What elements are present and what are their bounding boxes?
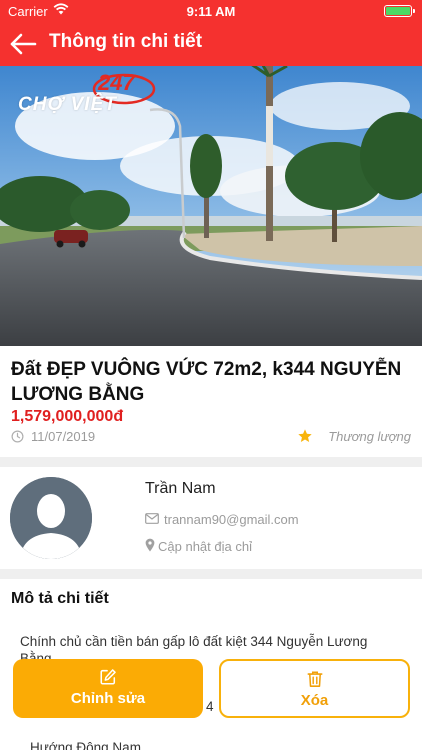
seller-avatar[interactable] [10, 477, 92, 559]
description-line: Hướng Đông Nam [30, 740, 141, 750]
trash-icon [306, 671, 323, 687]
description-line: Chính chủ cần tiền bán gấp lô đất kiệt 3… [20, 634, 368, 649]
page-title: Thông tin chi tiết [49, 31, 203, 52]
cho-viet-247-logo: 247 CHỢ VIỆT [14, 70, 164, 118]
header: Carrier 9:11 AM Thông tin chi tiết [0, 0, 422, 66]
clock-icon [11, 430, 24, 443]
negotiable-badge: Thương lượng [297, 428, 411, 446]
description-line: 4 [206, 699, 214, 714]
status-time: 9:11 AM [186, 4, 236, 19]
delete-button-label: Xóa [300, 692, 329, 709]
delete-button[interactable]: Xóa [219, 659, 410, 718]
back-button[interactable] [8, 28, 40, 60]
seller-email-text: trannam90@gmail.com [164, 512, 299, 527]
seller-address-text: Cập nhật địa chỉ [158, 539, 252, 554]
date-text: 11/07/2019 [31, 429, 96, 444]
mail-icon [145, 513, 159, 524]
listing-photo[interactable]: 247 CHỢ VIỆT [0, 66, 422, 346]
star-icon [298, 429, 312, 442]
negotiable-text: Thương lượng [328, 429, 411, 444]
listing-title: Đất ĐẸP VUÔNG VỨC 72m2, k344 NGUYỄN LƯƠN… [11, 359, 402, 405]
edit-icon [100, 669, 116, 685]
user-placeholder-icon [10, 477, 92, 559]
location-pin-icon [145, 538, 155, 552]
battery-icon [384, 5, 415, 17]
listing-price: 1,579,000,000đ [11, 408, 124, 425]
edit-button[interactable]: Chỉnh sửa [13, 659, 203, 718]
description-heading: Mô tả chi tiết [11, 590, 109, 607]
edit-button-label: Chỉnh sửa [70, 690, 146, 707]
listing-detail-screen: Carrier 9:11 AM Thông tin chi tiết 247 C… [0, 0, 422, 750]
logo-text: CHỢ VIỆT [18, 94, 117, 115]
status-bar: Carrier 9:11 AM [0, 0, 422, 22]
section-divider [0, 457, 422, 467]
seller-name: Trần Nam [145, 480, 216, 497]
section-divider [0, 569, 422, 579]
navigation-bar: Thông tin chi tiết [0, 22, 422, 66]
